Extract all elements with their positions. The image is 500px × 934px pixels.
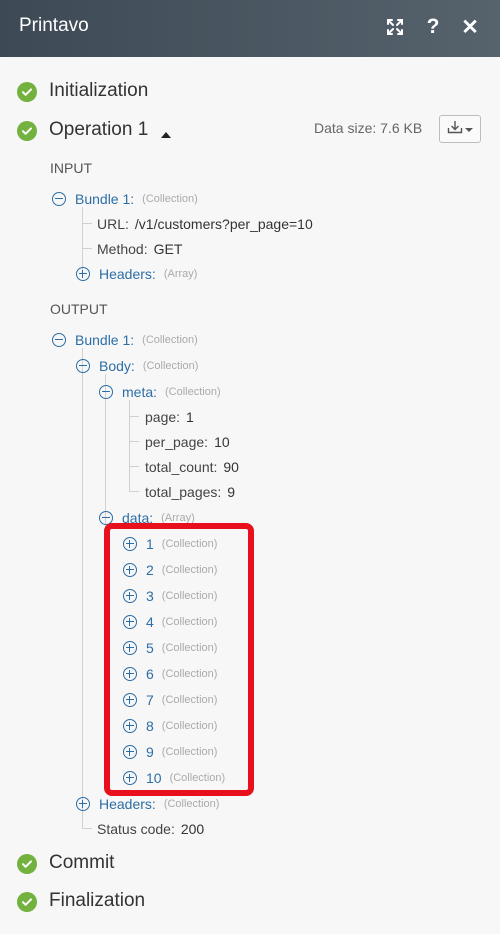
check-icon — [17, 892, 37, 912]
method-value: GET — [153, 241, 183, 257]
check-icon — [17, 82, 37, 102]
step-initialization[interactable]: Initialization — [49, 80, 148, 102]
url-value: /v1/customers?per_page=10 — [134, 216, 313, 232]
check-icon — [17, 854, 37, 874]
body-key: Body: — [99, 358, 135, 374]
output-bundle-key: Bundle 1: — [75, 332, 135, 348]
meta-field-row: page: 1 — [145, 407, 194, 427]
minus-circle-icon[interactable] — [52, 192, 66, 206]
meta-field-value: 9 — [227, 484, 236, 500]
tree-line — [129, 441, 139, 442]
help-icon[interactable]: ? — [421, 14, 445, 40]
tree-line — [129, 416, 139, 417]
plus-circle-icon[interactable] — [76, 797, 90, 811]
tree-line — [82, 828, 92, 829]
data-size-label: Data size: 7.6 KB — [314, 120, 423, 136]
meta-field-key: page: — [145, 409, 181, 425]
step-operation[interactable]: Operation 1 — [49, 119, 148, 141]
status-code-value: 200 — [180, 821, 205, 837]
output-caption: OUTPUT — [50, 301, 108, 317]
minus-circle-icon[interactable] — [99, 385, 113, 399]
input-url-row: URL: /v1/customers?per_page=10 — [97, 214, 313, 234]
meta-field-row: total_pages: 9 — [145, 482, 235, 502]
input-bundle-node[interactable]: Bundle 1: (Collection) — [52, 189, 198, 209]
meta-field-row: total_count: 90 — [145, 457, 239, 477]
input-caption: INPUT — [50, 160, 92, 176]
meta-field-key: per_page: — [145, 434, 209, 450]
meta-field-value: 10 — [214, 434, 230, 450]
tree-line — [82, 348, 83, 828]
status-code-row: Status code: 200 — [97, 819, 204, 839]
expand-icon[interactable] — [383, 14, 407, 40]
output-headers-node[interactable]: Headers: (Collection) — [76, 794, 219, 814]
input-bundle-type: (Collection) — [142, 193, 198, 205]
meta-key: meta: — [122, 384, 158, 400]
step-finalization[interactable]: Finalization — [49, 890, 145, 912]
plus-circle-icon[interactable] — [76, 267, 90, 281]
tree-line — [82, 223, 92, 224]
input-headers-node[interactable]: Headers: (Array) — [76, 264, 197, 284]
body-node[interactable]: Body: (Collection) — [76, 356, 198, 376]
minus-circle-icon[interactable] — [76, 359, 90, 373]
tree-line — [129, 491, 139, 492]
meta-field-row: per_page: 10 — [145, 432, 230, 452]
meta-field-key: total_count: — [145, 459, 218, 475]
tree-line — [129, 466, 139, 467]
status-code-key: Status code: — [97, 821, 175, 837]
chevron-down-icon — [465, 120, 473, 138]
minus-circle-icon[interactable] — [52, 333, 66, 347]
input-method-row: Method: GET — [97, 239, 182, 259]
step-commit[interactable]: Commit — [49, 852, 114, 874]
close-icon[interactable]: ✕ — [458, 14, 482, 40]
meta-field-value: 1 — [186, 409, 194, 425]
tree-line — [82, 248, 92, 249]
window-title: Printavo — [19, 15, 89, 36]
download-button[interactable] — [439, 115, 481, 143]
window-header: Printavo ? ✕ — [0, 0, 500, 57]
body-type: (Collection) — [142, 360, 199, 372]
tree-line — [129, 400, 130, 492]
input-bundle-key: Bundle 1: — [75, 191, 135, 207]
meta-type: (Collection) — [165, 386, 221, 398]
output-headers-key: Headers: — [99, 796, 156, 812]
download-icon — [447, 120, 463, 139]
meta-field-value: 90 — [223, 459, 239, 475]
highlight-box — [104, 523, 254, 796]
output-bundle-type: (Collection) — [142, 334, 198, 346]
output-headers-type: (Collection) — [163, 798, 220, 810]
method-key: Method: — [97, 241, 148, 257]
caret-up-icon[interactable] — [160, 126, 172, 144]
output-bundle-node[interactable]: Bundle 1: (Collection) — [52, 330, 198, 350]
url-key: URL: — [97, 216, 129, 232]
input-headers-type: (Array) — [163, 268, 198, 280]
meta-field-key: total_pages: — [145, 484, 222, 500]
check-icon — [17, 121, 37, 141]
meta-node[interactable]: meta: (Collection) — [99, 382, 221, 402]
input-headers-key: Headers: — [99, 266, 156, 282]
